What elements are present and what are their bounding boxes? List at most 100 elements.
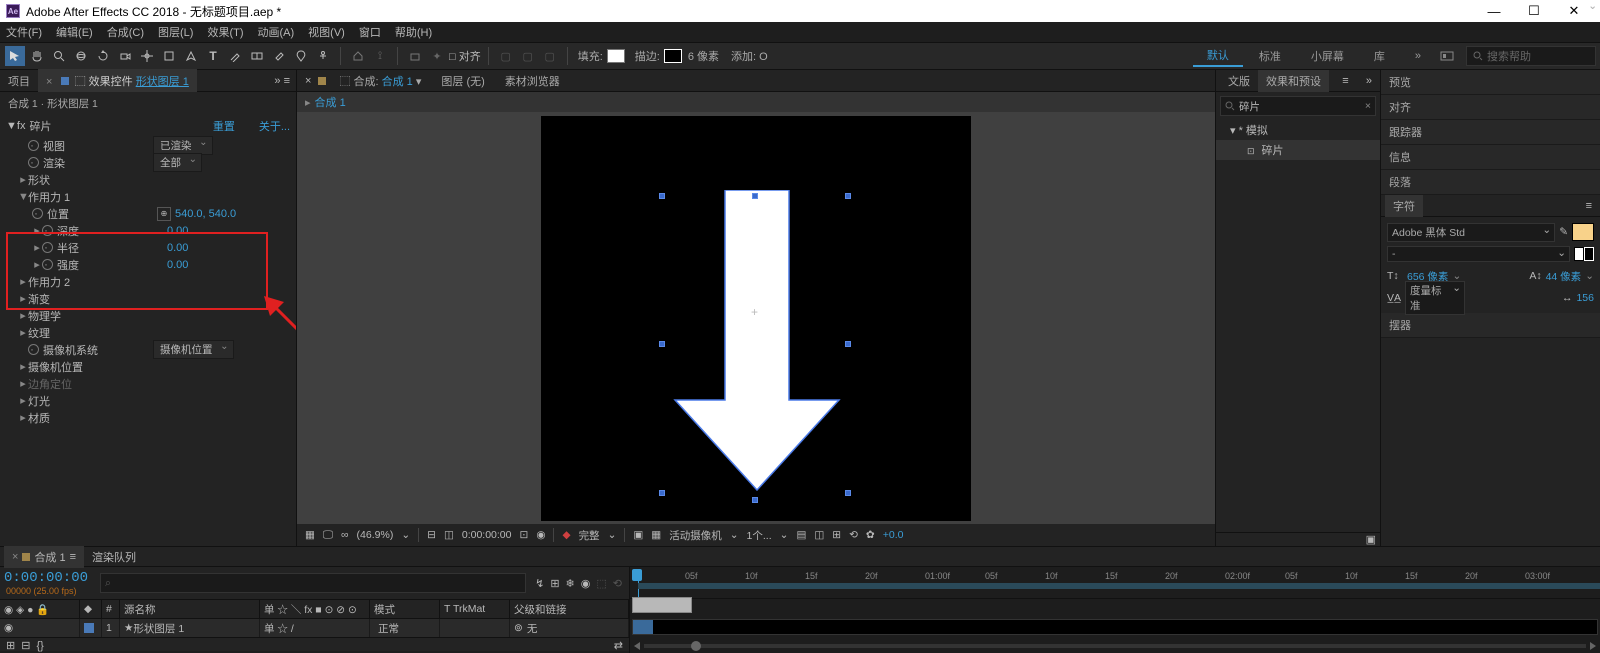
stroke-swatch[interactable] bbox=[664, 49, 682, 63]
kerning[interactable]: 度量标准 bbox=[1405, 281, 1465, 315]
prop-gradient[interactable]: ▸渐变 bbox=[0, 290, 296, 307]
home-icon[interactable] bbox=[348, 46, 368, 66]
lock-icon[interactable]: × bbox=[305, 75, 311, 87]
camera-tool[interactable] bbox=[115, 46, 135, 66]
stroke-toggle[interactable] bbox=[1574, 247, 1594, 261]
current-time[interactable]: 0:00:00:00 bbox=[4, 570, 94, 586]
roto-tool[interactable] bbox=[291, 46, 311, 66]
workspace-lib[interactable]: 库 bbox=[1360, 46, 1399, 66]
panel-align[interactable]: 对齐 bbox=[1381, 95, 1600, 120]
timeline-tab-comp[interactable]: ×合成 1 ≡ bbox=[4, 546, 84, 568]
prop-render[interactable]: 渲染全部 bbox=[0, 154, 296, 171]
text-fill-swatch[interactable] bbox=[1572, 223, 1594, 241]
prop-position[interactable]: 位置⊕540.0, 540.0 bbox=[0, 205, 296, 222]
panel-wiggler[interactable]: 摆器 bbox=[1381, 313, 1600, 338]
workspace-more[interactable]: » bbox=[1401, 48, 1435, 64]
orbit-tool[interactable] bbox=[71, 46, 91, 66]
prop-lighting[interactable]: ▸灯光 bbox=[0, 392, 296, 409]
axis-icon[interactable]: ⟟ bbox=[370, 46, 390, 66]
tracking[interactable]: 156 bbox=[1576, 292, 1594, 304]
tab-project[interactable]: 项目 bbox=[0, 69, 38, 93]
type-tool[interactable]: T bbox=[203, 46, 223, 66]
vf-tc[interactable]: 0:00:00:00 bbox=[462, 529, 512, 541]
panel-tracker[interactable]: 跟踪器 bbox=[1381, 120, 1600, 145]
vf-roi-icon[interactable]: ▣ bbox=[633, 529, 643, 541]
fx-group-simulation[interactable]: ▾ * 模拟 bbox=[1216, 120, 1380, 140]
timeline-tab-render[interactable]: 渲染队列 bbox=[84, 546, 144, 568]
tab-composition[interactable]: ⬚ 合成: 合成 1 ▾ bbox=[329, 69, 431, 93]
col-num[interactable]: # bbox=[102, 600, 120, 618]
views-menu[interactable]: 1个... bbox=[747, 528, 772, 543]
clone-tool[interactable] bbox=[247, 46, 267, 66]
menu-edit[interactable]: 编辑(E) bbox=[56, 24, 93, 40]
tab-layer-viewer[interactable]: 图层 (无) bbox=[431, 69, 494, 93]
prop-corner-pin[interactable]: ▸边角定位 bbox=[0, 375, 296, 392]
menu-view[interactable]: 视图(V) bbox=[308, 24, 345, 40]
prop-texture[interactable]: ▸纹理 bbox=[0, 324, 296, 341]
anchor-tool[interactable] bbox=[137, 46, 157, 66]
puppet-tool[interactable] bbox=[313, 46, 333, 66]
blend-mode[interactable]: 正常 bbox=[374, 621, 415, 636]
prop-radius[interactable]: ▸半径0.00 bbox=[0, 239, 296, 256]
panel-menu-icon[interactable]: » ≡ bbox=[268, 75, 296, 87]
tl-icon4[interactable]: ◉ bbox=[581, 577, 591, 590]
rect-icon[interactable] bbox=[405, 46, 425, 66]
tab-textver[interactable]: 文版 bbox=[1220, 70, 1258, 92]
tl-foot1[interactable]: ⊞ bbox=[6, 639, 15, 652]
prop-view[interactable]: 视图已渲染 bbox=[0, 137, 296, 154]
about-link[interactable]: 关于... bbox=[259, 118, 290, 134]
workspace-default[interactable]: 默认 bbox=[1193, 45, 1243, 67]
vf-display-icon[interactable]: 🖵 bbox=[323, 529, 333, 542]
work-area-bar[interactable] bbox=[632, 619, 1598, 635]
tab-media-browser[interactable]: 素材浏览器 bbox=[495, 69, 570, 93]
prop-force2[interactable]: ▸作用力 2 bbox=[0, 273, 296, 290]
tl-foot3[interactable]: {} bbox=[36, 640, 43, 652]
col-mode[interactable]: 模式 bbox=[370, 600, 440, 618]
timeline-track-area[interactable]: 05f 10f 15f 20f 01:00f 05f 10f 15f 20f 0… bbox=[630, 567, 1600, 653]
sync-icon[interactable] bbox=[1437, 46, 1457, 66]
tree-folder-icon[interactable]: ▣ bbox=[1366, 533, 1376, 546]
timeline-layer-row[interactable]: ◉ 1 ★ 形状图层 1 单 ☆ / 正常 ⊚ 无 bbox=[0, 619, 629, 637]
effects-search[interactable]: 碎片 × bbox=[1220, 96, 1376, 116]
fx-item-shatter[interactable]: ⊡碎片 bbox=[1216, 140, 1380, 160]
font-family[interactable]: Adobe 黑体 Std bbox=[1387, 223, 1555, 242]
vf-channel-icon[interactable]: ◫ bbox=[444, 529, 454, 541]
stroke-label[interactable]: 描边: bbox=[635, 48, 660, 64]
playhead[interactable] bbox=[632, 569, 642, 581]
menu-effect[interactable]: 效果(T) bbox=[207, 24, 243, 40]
parent-menu[interactable]: 无 bbox=[523, 621, 554, 636]
tab-character[interactable]: 字符 bbox=[1385, 195, 1423, 217]
leading[interactable]: 44 像素 bbox=[1546, 269, 1582, 284]
vf-grid-icon[interactable]: ▦ bbox=[305, 529, 315, 541]
minimize-button[interactable]: — bbox=[1474, 0, 1514, 22]
col-label[interactable]: ◆ bbox=[80, 600, 102, 618]
stroke-width[interactable]: 6 像素 bbox=[688, 48, 719, 64]
menu-layer[interactable]: 图层(L) bbox=[158, 24, 193, 40]
composition-viewer[interactable] bbox=[297, 112, 1215, 524]
fill-label[interactable]: 填充: bbox=[578, 48, 603, 64]
prop-camera-system[interactable]: 摄像机系统摄像机位置 bbox=[0, 341, 296, 358]
toggle-switches[interactable]: ⇄ bbox=[614, 639, 623, 652]
timeline-zoom[interactable] bbox=[634, 641, 1596, 651]
char-menu[interactable]: ≡ bbox=[1582, 200, 1596, 212]
reset-link[interactable]: 重置 bbox=[213, 118, 235, 134]
arrow-shape[interactable] bbox=[657, 190, 857, 500]
tab-effect-controls[interactable]: × ⬚ 效果控件 形状图层 1 bbox=[38, 69, 197, 93]
eyedropper-icon[interactable]: ✎ bbox=[1559, 226, 1568, 238]
prop-material[interactable]: ▸材质 bbox=[0, 409, 296, 426]
workspace-standard[interactable]: 标准 bbox=[1245, 46, 1295, 66]
prop-camera-pos[interactable]: ▸摄像机位置 bbox=[0, 358, 296, 375]
maximize-button[interactable]: ☐ bbox=[1514, 0, 1554, 22]
menu-animation[interactable]: 动画(A) bbox=[258, 24, 295, 40]
layer-bar[interactable] bbox=[632, 597, 692, 613]
tl-icon2[interactable]: ⊞ bbox=[550, 577, 559, 590]
selection-tool[interactable] bbox=[5, 46, 25, 66]
panel-paragraph[interactable]: 段落 bbox=[1381, 170, 1600, 195]
vf-icon-b[interactable]: ◫ bbox=[814, 529, 824, 541]
clear-search-icon[interactable]: × bbox=[1365, 100, 1371, 112]
menu-help[interactable]: 帮助(H) bbox=[395, 24, 432, 40]
col-parent[interactable]: 父级和链接 bbox=[510, 600, 629, 618]
vf-icon-c[interactable]: ⊞ bbox=[832, 529, 841, 541]
rotate-tool[interactable] bbox=[93, 46, 113, 66]
workspace-small[interactable]: 小屏幕 bbox=[1297, 46, 1358, 66]
